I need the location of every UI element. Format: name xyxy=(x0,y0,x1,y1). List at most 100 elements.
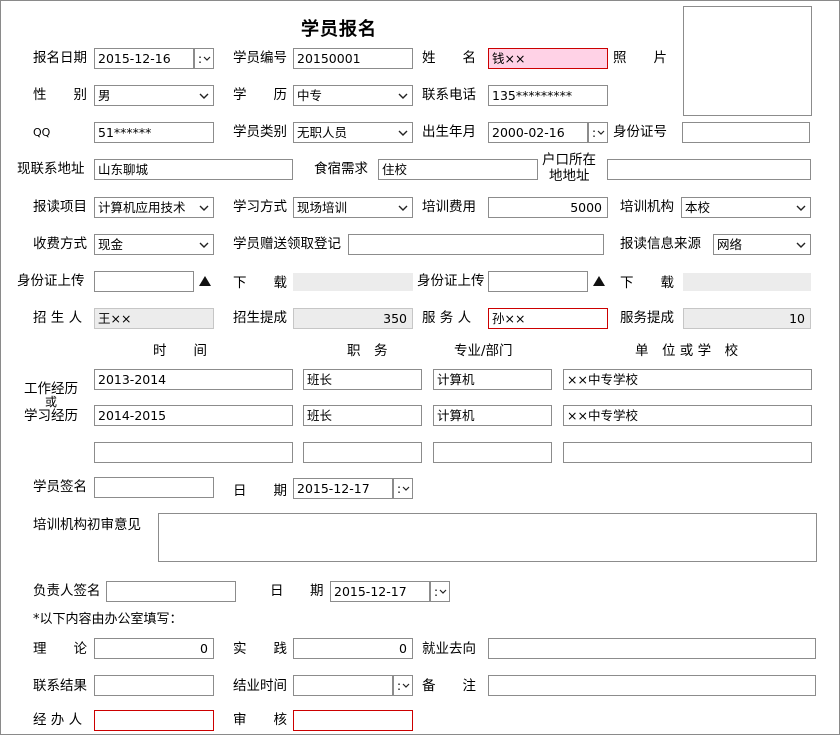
exp-major-3[interactable] xyxy=(433,442,552,463)
form-title: 学员报名 xyxy=(301,19,377,40)
qq-label: QQ xyxy=(33,126,51,139)
leader-sign-label: 负责人签名 xyxy=(33,583,101,599)
handler-field[interactable] xyxy=(94,710,214,731)
date1-field[interactable]: 2015-12-17 xyxy=(293,478,393,499)
date1-picker[interactable]: : xyxy=(393,478,413,499)
student-type-select[interactable]: 无职人员 xyxy=(293,122,413,143)
chevron-down-icon xyxy=(199,205,209,211)
exp-major-2[interactable]: 计算机 xyxy=(433,405,552,426)
signup-date-field[interactable]: 2015-12-16 xyxy=(94,48,194,69)
employment-label: 就业去向 xyxy=(422,641,476,657)
fee-field[interactable]: 5000 xyxy=(488,197,608,218)
phone-label: 联系电话 xyxy=(422,87,476,103)
service-commission-field[interactable]: 10 xyxy=(683,308,811,329)
student-sign-field[interactable] xyxy=(94,477,214,498)
finish-time-field[interactable] xyxy=(293,675,393,696)
lodging-label: 食宿需求 xyxy=(314,161,368,177)
phone-field[interactable]: 135********* xyxy=(488,85,608,106)
exp-unit-3[interactable] xyxy=(563,442,812,463)
exp-unit-1[interactable]: ××中专学校 xyxy=(563,369,812,390)
recruiter-label: 招 生 人 xyxy=(33,310,83,326)
gift-reg-field[interactable] xyxy=(348,234,604,255)
download-link-1[interactable] xyxy=(293,273,413,291)
fee-label: 培训费用 xyxy=(422,199,476,215)
theory-field[interactable]: 0 xyxy=(94,638,214,659)
study-mode-value: 现场培训 xyxy=(297,200,348,215)
gender-label: 性 别 xyxy=(33,87,87,103)
project-select[interactable]: 计算机应用技术 xyxy=(94,197,214,218)
download-link-2[interactable] xyxy=(683,273,811,291)
info-source-select[interactable]: 网络 xyxy=(713,234,811,255)
birth-picker[interactable]: : xyxy=(588,122,608,143)
birth-field[interactable]: 2000-02-16 xyxy=(488,122,588,143)
svg-text::: : xyxy=(397,679,401,693)
practice-field[interactable]: 0 xyxy=(293,638,413,659)
gender-select[interactable]: 男 xyxy=(94,85,214,106)
id-no-field[interactable] xyxy=(682,122,810,143)
signup-date-picker[interactable]: : xyxy=(194,48,214,69)
org-opinion-label: 培训机构初审意见 xyxy=(33,517,141,533)
exp-major-1[interactable]: 计算机 xyxy=(433,369,552,390)
recruit-commission-label: 招生提成 xyxy=(233,310,287,326)
qq-field[interactable]: 51****** xyxy=(94,122,214,143)
download-label-2: 下 载 xyxy=(620,275,674,291)
colon-spin-icon: : xyxy=(397,679,410,693)
recruiter-field[interactable]: 王×× xyxy=(94,308,214,329)
study-mode-select[interactable]: 现场培训 xyxy=(293,197,413,218)
handler-label: 经 办 人 xyxy=(33,712,83,728)
remark-label: 备 注 xyxy=(422,678,476,694)
student-no-label: 学员编号 xyxy=(233,50,287,66)
exp-position-2[interactable]: 班长 xyxy=(303,405,422,426)
pay-mode-select[interactable]: 现金 xyxy=(94,234,214,255)
id-upload-field-2[interactable] xyxy=(488,271,588,292)
remark-field[interactable] xyxy=(488,675,816,696)
org-value: 本校 xyxy=(685,200,711,215)
col-time-header: 时 间 xyxy=(153,343,207,359)
signup-form: 学员报名 报名日期 2015-12-16 : 学员编号 20150001 姓 名… xyxy=(0,0,840,735)
exp-time-1[interactable]: 2013-2014 xyxy=(94,369,293,390)
id-upload-button-2[interactable] xyxy=(589,271,609,291)
triangle-up-icon xyxy=(199,276,211,286)
student-type-value: 无职人员 xyxy=(297,125,348,140)
address-field[interactable]: 山东聊城 xyxy=(94,159,293,180)
education-value: 中专 xyxy=(297,88,323,103)
hukou-label-line2: 地地址 xyxy=(549,168,590,184)
name-field[interactable]: 钱×× xyxy=(488,48,608,69)
id-upload-field[interactable] xyxy=(94,271,194,292)
date2-field[interactable]: 2015-12-17 xyxy=(330,581,430,602)
exp-position-1[interactable]: 班长 xyxy=(303,369,422,390)
date2-label-a: 日 xyxy=(270,583,284,599)
org-opinion-field[interactable] xyxy=(158,513,817,562)
org-select[interactable]: 本校 xyxy=(681,197,811,218)
employment-field[interactable] xyxy=(488,638,816,659)
finish-time-picker[interactable]: : xyxy=(393,675,413,696)
chevron-down-icon xyxy=(398,130,408,136)
org-label: 培训机构 xyxy=(620,199,674,215)
audit-label: 审 核 xyxy=(233,712,287,728)
contact-result-field[interactable] xyxy=(94,675,214,696)
education-select[interactable]: 中专 xyxy=(293,85,413,106)
exp-time-2[interactable]: 2014-2015 xyxy=(94,405,293,426)
leader-sign-field[interactable] xyxy=(106,581,236,602)
pay-mode-value: 现金 xyxy=(98,237,124,252)
study-mode-label: 学习方式 xyxy=(233,199,287,215)
lodging-field[interactable]: 住校 xyxy=(378,159,538,180)
project-value: 计算机应用技术 xyxy=(98,200,186,215)
date2-picker[interactable]: : xyxy=(430,581,450,602)
pay-mode-label: 收费方式 xyxy=(33,236,87,252)
recruit-commission-field[interactable]: 350 xyxy=(293,308,413,329)
col-unit-header: 单 位 或 学 校 xyxy=(635,343,739,359)
service-commission-label: 服务提成 xyxy=(620,310,674,326)
exp-label-line3: 学习经历 xyxy=(24,408,78,424)
id-upload-button[interactable] xyxy=(195,271,215,291)
servicer-field[interactable]: 孙×× xyxy=(488,308,608,329)
exp-time-3[interactable] xyxy=(94,442,293,463)
exp-unit-2[interactable]: ××中专学校 xyxy=(563,405,812,426)
hukou-field[interactable] xyxy=(607,159,811,180)
photo-box[interactable] xyxy=(683,6,812,116)
servicer-label: 服 务 人 xyxy=(422,310,472,326)
student-no-field[interactable]: 20150001 xyxy=(293,48,413,69)
chevron-down-icon xyxy=(199,93,209,99)
exp-position-3[interactable] xyxy=(303,442,422,463)
audit-field[interactable] xyxy=(293,710,413,731)
